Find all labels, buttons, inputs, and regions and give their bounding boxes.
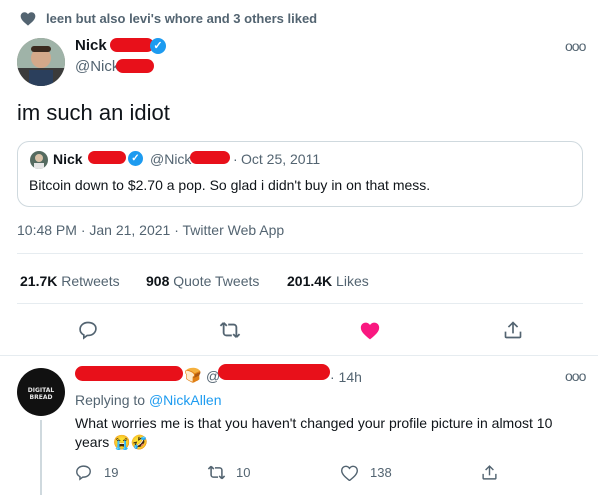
retweet-icon[interactable] bbox=[207, 464, 226, 481]
quote-tweets-stat[interactable]: 908 Quote Tweets bbox=[146, 273, 259, 289]
retweet-count: 10 bbox=[236, 465, 251, 480]
author-avatar[interactable] bbox=[17, 38, 65, 86]
social-context-text[interactable]: leen but also levi's whore and 3 others … bbox=[46, 11, 317, 26]
like-icon-filled[interactable] bbox=[360, 321, 380, 340]
share-icon[interactable] bbox=[481, 463, 498, 482]
divider bbox=[17, 303, 583, 304]
redaction-mark bbox=[190, 151, 230, 164]
reply-text: What worries me is that you haven't chan… bbox=[75, 414, 587, 452]
retweets-stat[interactable]: 21.7K Retweets bbox=[20, 273, 120, 289]
quoted-author-handle: @Nick bbox=[150, 151, 192, 167]
author-handle[interactable]: @Nick bbox=[75, 58, 119, 75]
verified-badge-icon: ✓ bbox=[150, 38, 166, 54]
reply-count: 19 bbox=[104, 465, 119, 480]
quoted-tweet-text: Bitcoin down to $2.70 a pop. So glad i d… bbox=[29, 177, 431, 193]
tweet-timestamp[interactable]: 10:48 PM · Jan 21, 2021 · Twitter Web Ap… bbox=[17, 222, 284, 238]
replying-to-link[interactable]: @NickAllen bbox=[149, 392, 222, 408]
redaction-mark bbox=[218, 364, 330, 380]
reply-emojis: 😭🤣 bbox=[113, 434, 148, 450]
likes-stat[interactable]: 201.4K Likes bbox=[287, 273, 369, 289]
redaction-mark bbox=[116, 59, 154, 73]
quoted-separator: · bbox=[233, 151, 238, 167]
reply-icon[interactable] bbox=[75, 464, 92, 481]
divider bbox=[17, 253, 583, 254]
retweet-icon[interactable] bbox=[219, 320, 241, 340]
reply-icon[interactable] bbox=[78, 320, 98, 340]
replying-to-line: Replying to @NickAllen bbox=[75, 392, 222, 408]
share-icon[interactable] bbox=[503, 319, 523, 341]
avatar-logo-text: DIGITAL BREAD bbox=[27, 387, 55, 401]
likes-count: 201.4K bbox=[287, 273, 333, 289]
heart-icon bbox=[20, 11, 36, 26]
quoted-author-avatar bbox=[30, 151, 48, 169]
reply-time[interactable]: · 14h bbox=[330, 369, 362, 385]
quoted-author-name: Nick bbox=[53, 151, 83, 167]
verified-badge-icon: ✓ bbox=[128, 151, 143, 166]
replying-prefix: Replying to bbox=[75, 392, 149, 408]
name-emoji: 🍞 bbox=[184, 367, 202, 383]
like-count: 138 bbox=[370, 465, 392, 480]
quotes-label: Quote Tweets bbox=[173, 273, 260, 289]
quotes-count: 908 bbox=[146, 273, 170, 289]
tweet-text: im such an idiot bbox=[17, 100, 170, 125]
likes-label: Likes bbox=[336, 273, 369, 289]
retweets-label: Retweets bbox=[61, 273, 120, 289]
quoted-date: Oct 25, 2011 bbox=[241, 151, 321, 167]
redaction-mark bbox=[75, 366, 183, 381]
author-name[interactable]: Nick bbox=[75, 37, 107, 54]
reply-author-avatar[interactable]: DIGITAL BREAD bbox=[17, 368, 65, 416]
redaction-mark bbox=[88, 151, 126, 164]
divider bbox=[0, 355, 598, 356]
redaction-mark bbox=[110, 38, 154, 52]
thread-line bbox=[40, 420, 42, 495]
like-icon[interactable] bbox=[341, 465, 358, 481]
more-options-icon[interactable]: ooo bbox=[565, 38, 586, 54]
more-options-icon[interactable]: ooo bbox=[565, 368, 586, 384]
retweets-count: 21.7K bbox=[20, 273, 58, 289]
